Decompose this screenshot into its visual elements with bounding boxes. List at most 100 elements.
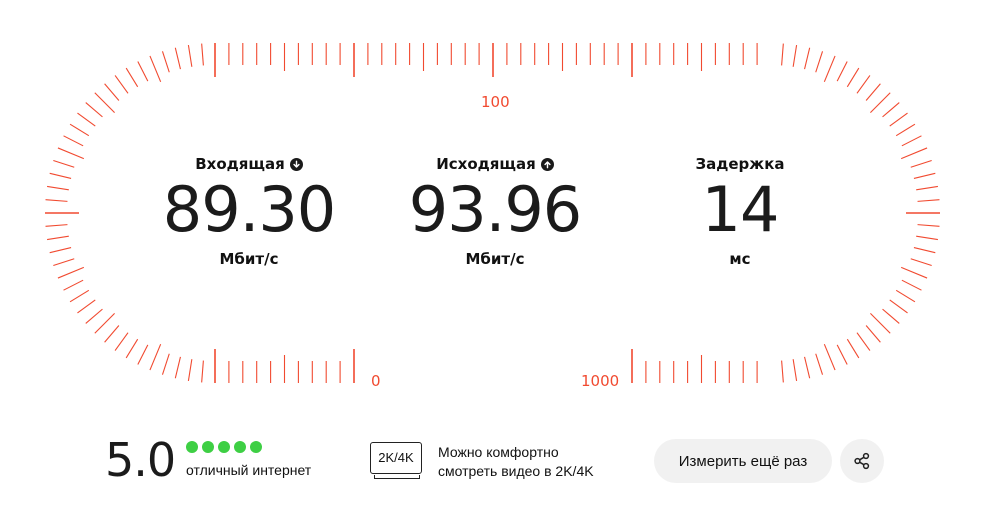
gauge-tick <box>910 258 932 267</box>
gauge-tick <box>104 83 120 101</box>
gauge-tick <box>85 102 103 118</box>
gauge-tick <box>913 247 936 254</box>
gauge-tick <box>917 224 940 227</box>
gauge-tick <box>161 51 170 73</box>
gauge-tick <box>804 47 811 70</box>
gauge-tick <box>63 135 84 147</box>
gauge-tick <box>846 338 860 359</box>
gauge-tick <box>137 344 149 365</box>
gauge-tick <box>187 359 193 381</box>
rating-dot <box>234 441 246 453</box>
rating-score: 5.0 <box>105 433 176 487</box>
gauge-tick <box>836 344 848 365</box>
gauge-tick <box>47 185 69 191</box>
gauge-tick <box>856 75 871 94</box>
gauge-tick <box>792 359 798 381</box>
gauge-tick <box>870 313 891 334</box>
gauge-tick <box>823 55 836 83</box>
rating-dot <box>186 441 198 453</box>
gauge-tick <box>57 266 85 279</box>
gauge-tick <box>125 338 139 359</box>
gauge-tick <box>94 92 115 113</box>
gauge-tick <box>916 235 938 241</box>
gauge-tick <box>792 45 798 67</box>
gauge-tick <box>836 61 848 82</box>
gauge-tick <box>895 123 916 137</box>
gauge-tick <box>804 356 811 379</box>
upload-unit: Мбит/с <box>465 250 525 268</box>
share-button[interactable] <box>840 439 884 483</box>
gauge-tick <box>889 299 908 314</box>
latency-title: Задержка <box>625 154 855 174</box>
gauge-tick <box>45 224 68 227</box>
gauge-tick <box>916 185 938 191</box>
gauge-tick <box>901 135 922 147</box>
gauge-tick <box>201 43 204 66</box>
quality-description: Можно комфортно смотреть видео в 2K/4K <box>438 443 638 481</box>
rating-dot <box>202 441 214 453</box>
gauge-tick <box>94 313 115 334</box>
gauge-tick <box>865 325 881 343</box>
upload-value: 93.96 <box>408 173 583 246</box>
gauge-tick <box>149 343 162 371</box>
download-unit: Мбит/с <box>219 250 279 268</box>
gauge-tick <box>69 289 90 303</box>
latency-metric: Задержка 14 мс <box>625 154 855 268</box>
gauge-tick <box>57 147 85 160</box>
download-value: 89.30 <box>162 173 337 246</box>
monitor-icon: 2K/4K <box>370 442 426 480</box>
gauge-tick <box>201 360 204 383</box>
gauge-tick <box>187 45 193 67</box>
gauge-tick <box>870 92 891 113</box>
gauge-tick <box>114 75 129 94</box>
arrow-up-icon <box>540 157 554 171</box>
gauge-tick <box>45 199 68 202</box>
latency-value: 14 <box>701 173 780 246</box>
gauge-tick <box>85 308 103 324</box>
gauge-tick <box>53 159 75 168</box>
upload-title-label: Исходящая <box>436 155 536 173</box>
quality-line-1: Можно комфортно <box>438 444 559 460</box>
rating-dot <box>218 441 230 453</box>
gauge-tick <box>174 47 181 70</box>
gauge-tick <box>815 51 824 73</box>
gauge-tick <box>174 356 181 379</box>
gauge-tick <box>900 147 928 160</box>
gauge-tick <box>865 83 881 101</box>
download-metric: Входящая 89.30 Мбит/с <box>134 154 364 268</box>
gauge-tick <box>781 43 784 66</box>
upload-metric: Исходящая 93.96 Мбит/с <box>380 154 610 268</box>
gauge-tick <box>63 279 84 291</box>
download-title: Входящая <box>134 154 364 174</box>
gauge-tick <box>49 247 72 254</box>
gauge-tick <box>823 343 836 371</box>
retry-button[interactable]: Измерить ещё раз <box>654 439 832 483</box>
gauge-tick <box>900 266 928 279</box>
gauge-tick <box>889 112 908 127</box>
gauge-tick <box>856 332 871 351</box>
gauge-tick <box>901 279 922 291</box>
gauge-tick <box>149 55 162 83</box>
monitor-stand <box>374 475 420 479</box>
gauge-tick <box>846 67 860 88</box>
gauge-tick <box>104 325 120 343</box>
download-title-label: Входящая <box>195 155 285 173</box>
gauge-tick <box>47 235 69 241</box>
gauge-tick <box>77 112 96 127</box>
gauge-tick <box>917 199 940 202</box>
gauge-tick <box>125 67 139 88</box>
gauge-tick <box>781 360 784 383</box>
gauge-tick <box>895 289 916 303</box>
rating-dot <box>250 441 262 453</box>
gauge-tick <box>137 61 149 82</box>
gauge-tick <box>114 332 129 351</box>
gauge-tick <box>77 299 96 314</box>
rating-label: отличный интернет <box>186 462 312 478</box>
scale-label-1000: 1000 <box>581 372 620 390</box>
arrow-down-icon <box>289 157 303 171</box>
gauge-tick <box>882 308 900 324</box>
gauge-tick <box>882 102 900 118</box>
latency-unit: мс <box>729 250 751 268</box>
quality-line-2: смотреть видео в 2K/4K <box>438 463 594 479</box>
latency-title-label: Задержка <box>695 155 785 173</box>
